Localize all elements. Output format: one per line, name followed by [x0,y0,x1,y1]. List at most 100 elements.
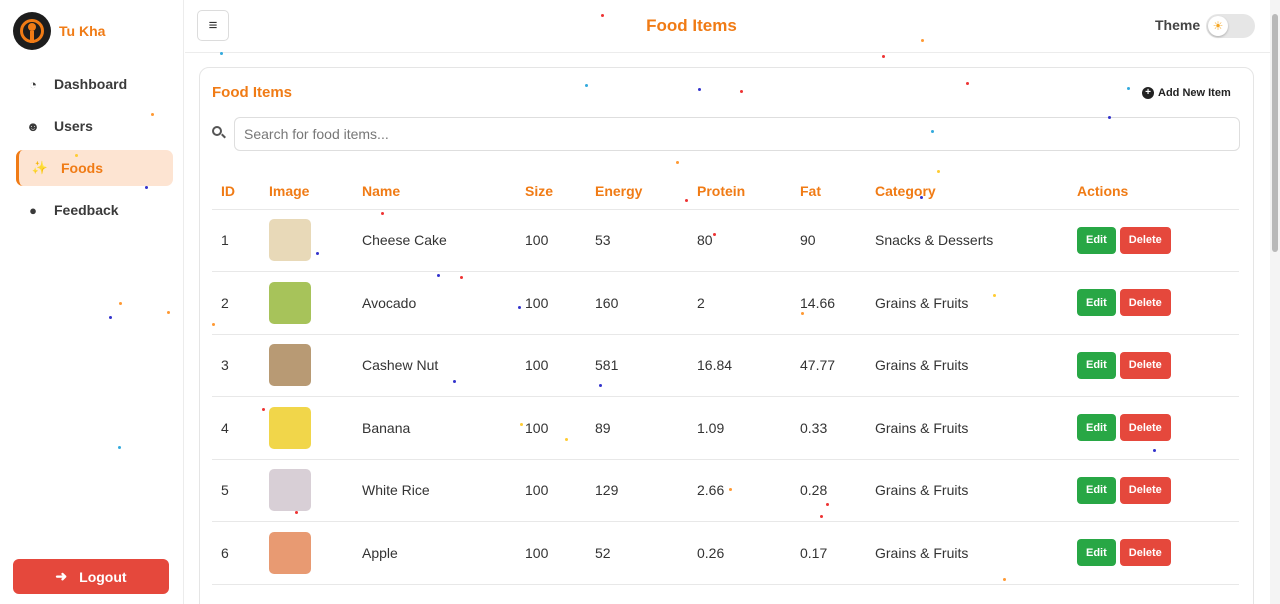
cell-image [260,521,353,585]
sidebar-item-dashboard[interactable]: ◔ Dashboard [16,66,173,102]
confetti-dot [685,199,688,202]
dashboard-icon: ◔ [29,76,37,92]
column-header-id[interactable]: ID [212,174,260,210]
edit-button[interactable]: Edit [1077,476,1116,504]
confetti-dot [518,306,521,309]
food-thumbnail [269,219,311,262]
food-items-card: Food Items + Add New Item ID Image Name … [199,67,1254,604]
cell-image [260,271,353,335]
table-row: 6 Apple 100 52 0.26 0.17 Grains & Fruits Edit De… [212,521,1239,585]
delete-button[interactable]: Delete [1119,289,1171,317]
add-new-item-label: Add New Item [1158,87,1231,99]
confetti-dot [118,446,121,449]
cell-image [260,396,353,460]
delete-button[interactable]: Delete [1119,476,1171,504]
confetti-dot [713,233,716,236]
scrollbar[interactable] [1270,0,1280,604]
confetti-dot [167,311,170,314]
column-header-actions: Actions [1068,174,1239,210]
confetti-dot [729,488,732,491]
column-header-name[interactable]: Name [353,174,516,210]
delete-button[interactable]: Delete [1119,351,1171,379]
edit-button[interactable]: Edit [1077,414,1116,442]
table-row: 2 Avocado 100 160 2 14.66 Grains & Fruits Edit D… [212,271,1239,335]
cell-category: Grains & Fruits [866,459,1068,522]
card-title: Food Items [212,84,293,101]
table-row: 3 Cashew Nut 100 581 16.84 47.77 Grains & Frui… [212,334,1239,397]
confetti-dot [453,380,456,383]
table-row: 4 Banana 100 89 1.09 0.33 Grains & Fruits Edit D… [212,396,1239,460]
food-table: ID Image Name Size Energy Protein Fat Ca… [212,174,1239,585]
confetti-dot [437,274,440,277]
scrollbar-thumb[interactable] [1272,14,1278,252]
sidebar-item-label: Users [54,118,93,134]
confetti-dot [882,55,885,58]
page-title: Food Items [646,16,737,35]
food-thumbnail [269,281,311,324]
edit-button[interactable]: Edit [1077,289,1116,317]
cell-actions: Edit Delete [1068,271,1239,335]
utensils-icon: ✨ [31,160,49,175]
confetti-dot [931,130,934,133]
confetti-dot [1153,449,1156,452]
search-icon [212,126,226,140]
food-thumbnail [269,531,311,574]
confetti-dot [585,84,588,87]
cell-category: Grains & Fruits [866,521,1068,585]
cell-energy: 581 [586,334,688,397]
confetti-dot [920,196,923,199]
delete-button[interactable]: Delete [1119,539,1171,567]
delete-button[interactable]: Delete [1119,226,1171,254]
cell-energy: 52 [586,521,688,585]
confetti-dot [1003,578,1006,581]
theme-toggle[interactable]: ☀ [1206,14,1255,38]
theme-label: Theme [1155,17,1201,33]
edit-button[interactable]: Edit [1077,351,1116,379]
cell-fat: 47.77 [791,334,866,397]
edit-button[interactable]: Edit [1077,226,1116,254]
confetti-dot [599,384,602,387]
logout-button[interactable]: ➜ Logout [13,559,169,594]
confetti-dot [826,503,829,506]
cell-size: 100 [516,271,586,335]
column-header-fat[interactable]: Fat [791,174,866,210]
confetti-dot [119,302,122,305]
app-logo-icon [13,12,51,50]
edit-button[interactable]: Edit [1077,539,1116,567]
cell-energy: 160 [586,271,688,335]
sidebar: Tu Kha ◔ Dashboard ☻ Users ✨ Foods ● Fee… [0,0,184,604]
column-header-energy[interactable]: Energy [586,174,688,210]
cell-energy: 53 [586,209,688,272]
brand[interactable]: Tu Kha [13,12,105,50]
column-header-image[interactable]: Image [260,174,353,210]
cell-protein: 0.26 [688,521,791,585]
food-thumbnail [269,406,311,449]
sidebar-item-foods[interactable]: ✨ Foods [16,150,173,186]
column-header-category[interactable]: Category [866,174,1068,210]
cell-energy: 129 [586,459,688,522]
search-input[interactable] [234,117,1240,151]
cell-image [260,209,353,272]
confetti-dot [801,312,804,315]
cell-id: 1 [212,209,260,272]
confetti-dot [937,170,940,173]
confetti-dot [676,161,679,164]
cell-protein: 1.09 [688,396,791,460]
cell-category: Grains & Fruits [866,334,1068,397]
column-header-protein[interactable]: Protein [688,174,791,210]
cell-size: 100 [516,521,586,585]
table-body: 1 Cheese Cake 100 53 80 90 Snacks & Desserts Ed… [212,209,1239,585]
cell-name: Apple [353,521,516,585]
delete-button[interactable]: Delete [1119,414,1171,442]
cell-actions: Edit Delete [1068,334,1239,397]
top-header: ≡ Food Items Theme ☀ [185,0,1270,53]
cell-protein: 2 [688,271,791,335]
cell-image [260,334,353,397]
cell-name: Cheese Cake [353,209,516,272]
sun-icon: ☀ [1208,16,1228,36]
column-header-size[interactable]: Size [516,174,586,210]
add-new-item-button[interactable]: + Add New Item [1142,87,1231,99]
sidebar-item-users[interactable]: ☻ Users [16,108,173,144]
food-thumbnail [269,344,311,387]
sidebar-item-feedback[interactable]: ● Feedback [16,192,173,228]
